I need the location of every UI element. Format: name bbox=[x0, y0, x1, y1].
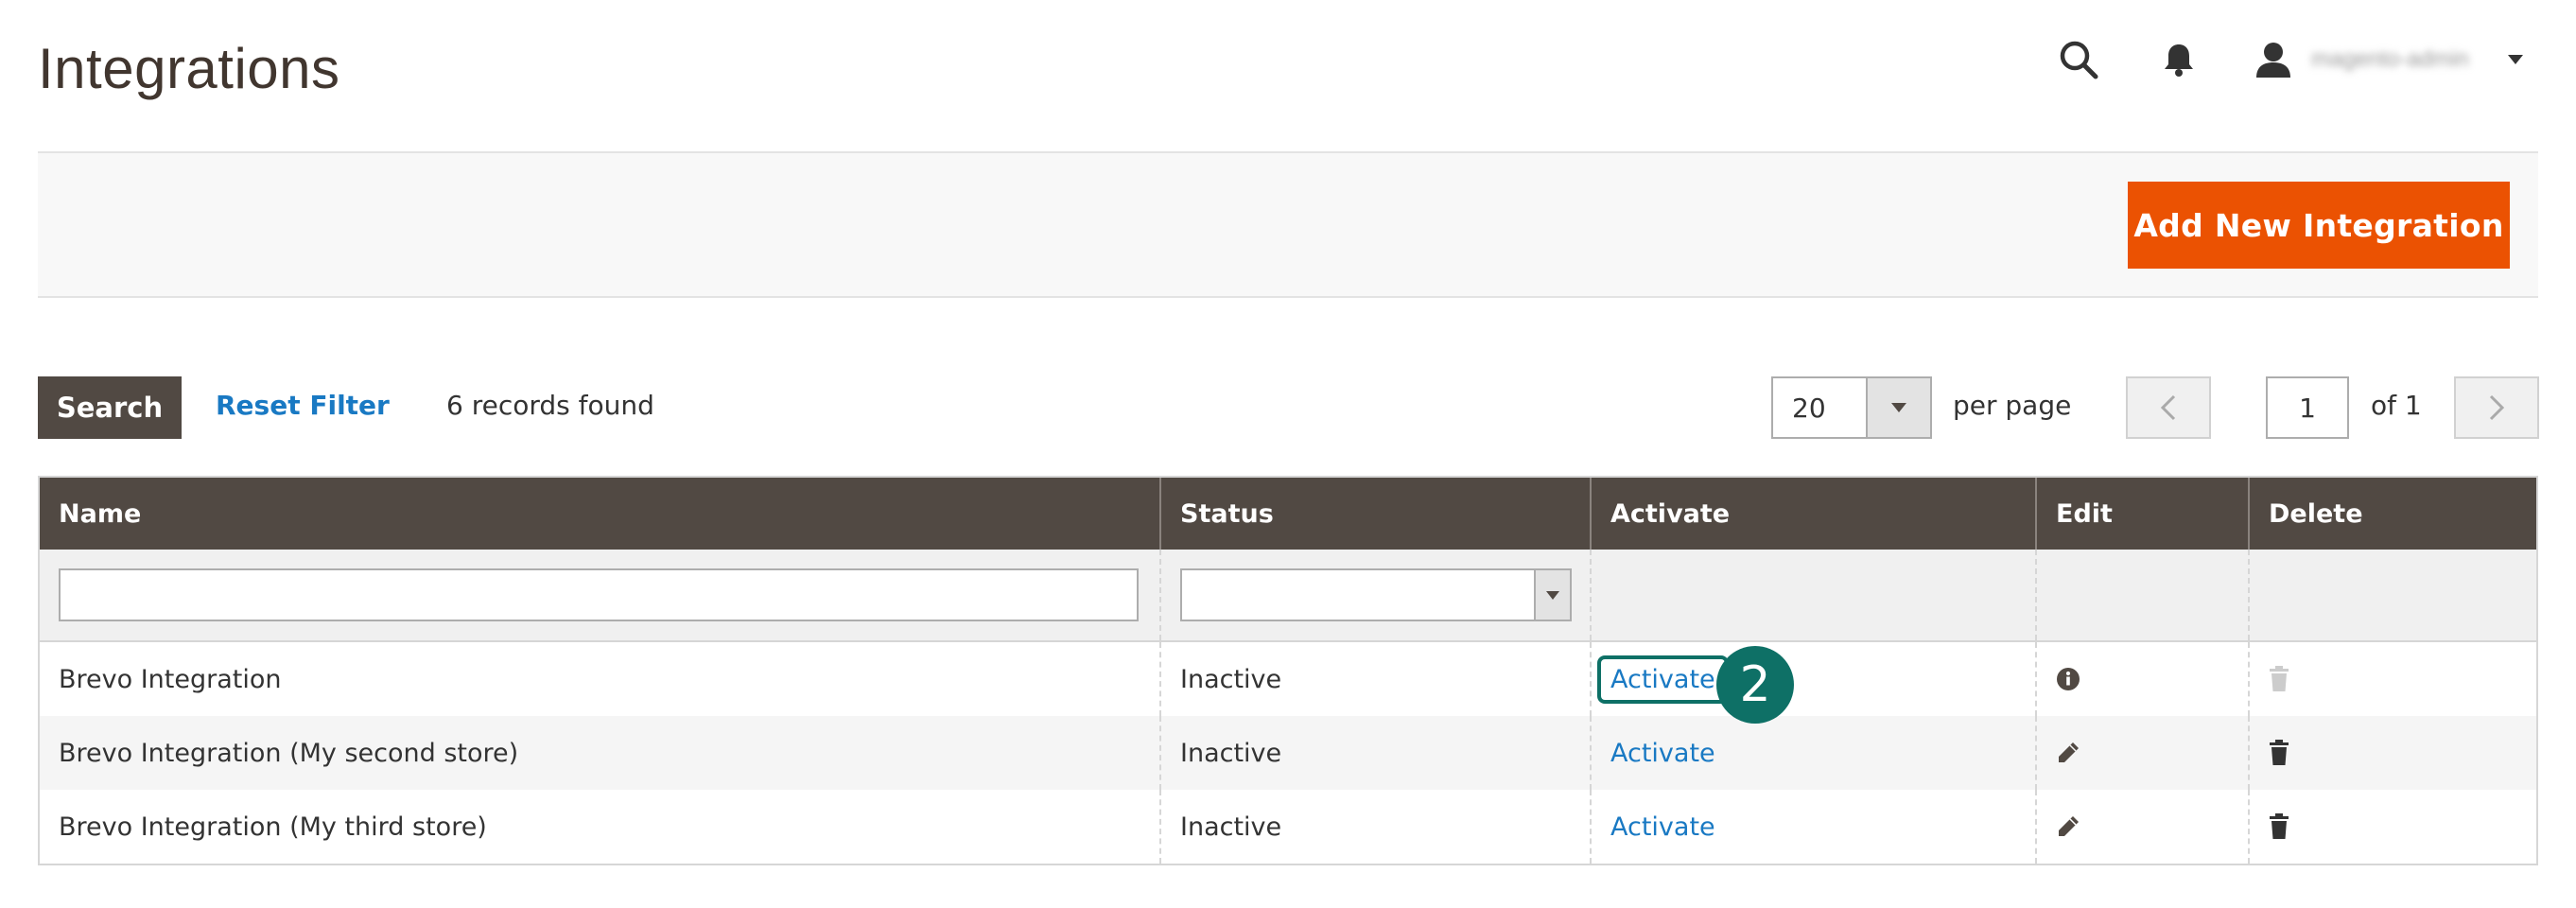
name-filter-cell bbox=[40, 550, 1159, 640]
step-badge: 2 bbox=[1716, 646, 1794, 724]
edit-filter-cell bbox=[2035, 550, 2248, 640]
chevron-right-icon bbox=[2489, 394, 2504, 421]
global-search-button[interactable] bbox=[2050, 36, 2107, 83]
info-icon bbox=[2057, 668, 2080, 690]
activate-link[interactable]: Activate bbox=[1610, 739, 1715, 768]
delete-button[interactable] bbox=[2269, 813, 2289, 840]
row-status: Inactive bbox=[1159, 642, 1590, 716]
trash-icon bbox=[2270, 813, 2289, 839]
row-status: Inactive bbox=[1159, 790, 1590, 864]
row-edit-cell bbox=[2035, 790, 2248, 864]
per-page-dropdown-arrow[interactable] bbox=[1866, 378, 1930, 437]
page-actions-bar: Add New Integration bbox=[38, 151, 2538, 298]
table-row: Brevo Integration Inactive Activate bbox=[40, 642, 2536, 716]
table-row: Brevo Integration (My third store) Inact… bbox=[40, 790, 2536, 864]
chevron-down-icon bbox=[2508, 55, 2523, 64]
delete-filter-cell bbox=[2248, 550, 2536, 640]
row-delete-cell bbox=[2248, 642, 2536, 716]
bell-icon bbox=[2165, 44, 2193, 77]
delete-button[interactable] bbox=[2269, 740, 2289, 766]
integrations-grid: Name Status Activate Edit Delete Brevo I… bbox=[38, 476, 2538, 865]
status-filter-arrow[interactable] bbox=[1534, 570, 1570, 620]
row-delete-cell bbox=[2248, 716, 2536, 790]
name-filter-input[interactable] bbox=[59, 568, 1139, 621]
grid-filter-row bbox=[40, 550, 2536, 642]
activate-link[interactable]: Activate bbox=[1610, 812, 1715, 842]
column-header-activate: Activate bbox=[1590, 478, 2035, 550]
info-button[interactable] bbox=[2056, 667, 2080, 691]
total-pages-label: of 1 bbox=[2371, 390, 2422, 421]
column-header-name[interactable]: Name bbox=[40, 478, 1159, 550]
notifications-button[interactable] bbox=[2150, 36, 2207, 83]
row-delete-cell bbox=[2248, 790, 2536, 864]
delete-button-disabled bbox=[2269, 666, 2289, 692]
next-page-button[interactable] bbox=[2454, 376, 2539, 439]
pencil-icon bbox=[2059, 742, 2079, 762]
activate-link[interactable]: Activate bbox=[1597, 655, 1729, 704]
per-page-value: 20 bbox=[1792, 393, 1826, 424]
chevron-left-icon bbox=[2161, 394, 2176, 421]
user-icon bbox=[2256, 43, 2290, 78]
row-name: Brevo Integration bbox=[59, 664, 282, 694]
column-header-status[interactable]: Status bbox=[1159, 478, 1590, 550]
per-page-label: per page bbox=[1953, 390, 2072, 421]
search-icon bbox=[2060, 41, 2098, 79]
row-edit-cell bbox=[2035, 716, 2248, 790]
records-count: 6 records found bbox=[446, 390, 654, 421]
search-button[interactable]: Search bbox=[38, 376, 182, 439]
row-activate-cell: Activate bbox=[1590, 716, 2035, 790]
current-page-input[interactable] bbox=[2266, 376, 2349, 439]
row-name: Brevo Integration (My third store) bbox=[59, 812, 487, 842]
caret-down-icon bbox=[1546, 590, 1559, 600]
row-activate-cell: Activate bbox=[1590, 642, 2035, 716]
page-title: Integrations bbox=[38, 37, 340, 100]
user-name: magento-admin bbox=[2311, 46, 2469, 72]
pencil-icon bbox=[2059, 816, 2079, 836]
row-name: Brevo Integration (My second store) bbox=[59, 738, 519, 768]
caret-down-icon bbox=[1891, 403, 1906, 412]
table-row: Brevo Integration (My second store) Inac… bbox=[40, 716, 2536, 790]
row-status: Inactive bbox=[1159, 716, 1590, 790]
edit-button[interactable] bbox=[2056, 741, 2080, 765]
column-header-edit: Edit bbox=[2035, 478, 2248, 550]
previous-page-button[interactable] bbox=[2126, 376, 2211, 439]
grid-header-row: Name Status Activate Edit Delete bbox=[40, 478, 2536, 550]
user-account-menu[interactable]: magento-admin bbox=[2254, 42, 2523, 78]
column-header-delete: Delete bbox=[2248, 478, 2536, 550]
status-filter-select[interactable] bbox=[1180, 568, 1572, 621]
grid-toolbar: Search Reset Filter 6 records found 20 p… bbox=[38, 376, 2539, 439]
per-page-select[interactable]: 20 bbox=[1771, 376, 1932, 439]
row-activate-cell: Activate bbox=[1590, 790, 2035, 864]
activate-filter-cell bbox=[1590, 550, 2035, 640]
trash-icon bbox=[2270, 740, 2289, 765]
header-actions: magento-admin bbox=[2050, 36, 2523, 83]
row-edit-cell bbox=[2035, 642, 2248, 716]
add-new-integration-button[interactable]: Add New Integration bbox=[2128, 182, 2510, 269]
reset-filter-link[interactable]: Reset Filter bbox=[216, 390, 390, 421]
trash-icon bbox=[2270, 666, 2289, 691]
edit-button[interactable] bbox=[2056, 814, 2080, 839]
status-filter-cell bbox=[1159, 550, 1590, 640]
